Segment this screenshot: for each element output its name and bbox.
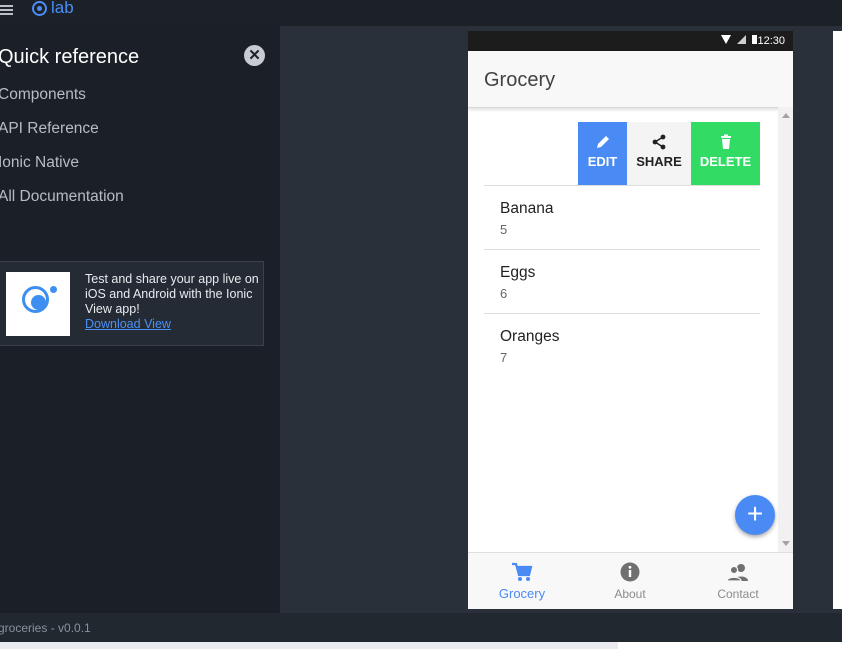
sidebar-link-components[interactable]: Components — [0, 86, 86, 104]
sidebar-link-api-reference[interactable]: API Reference — [0, 120, 99, 138]
menu-icon[interactable] — [0, 3, 14, 17]
edit-button[interactable]: EDIT — [578, 122, 627, 185]
pencil-icon — [596, 136, 609, 148]
ionic-view-logo-icon — [6, 272, 70, 336]
item-name: Eggs — [500, 264, 536, 281]
brand[interactable]: lab — [32, 0, 74, 19]
list-item[interactable]: Banana 5 — [484, 186, 760, 250]
second-device-preview — [833, 31, 842, 609]
status-time: 12:30 — [757, 35, 785, 47]
tab-label: Grocery — [498, 586, 546, 601]
item-name: Banana — [500, 200, 554, 217]
list-item[interactable]: Oranges 7 — [484, 314, 760, 377]
share-button[interactable]: SHARE — [627, 122, 691, 185]
tab-bar: Grocery About Contact — [468, 552, 793, 609]
info-icon — [620, 562, 640, 582]
sliding-item-options: EDIT SHARE DELETE — [484, 122, 760, 186]
scroll-down-icon[interactable] — [782, 541, 790, 546]
tab-label: About — [614, 587, 646, 601]
app-toolbar: Grocery — [468, 51, 793, 108]
tab-label: Contact — [717, 587, 759, 601]
download-view-link[interactable]: Download View — [85, 317, 260, 332]
brand-label: lab — [51, 0, 74, 17]
tab-grocery[interactable]: Grocery — [468, 553, 576, 609]
app-version: groceries - v0.0.1 — [0, 621, 91, 635]
battery-icon — [752, 35, 757, 44]
page-title: Grocery — [484, 69, 556, 91]
share-label: SHARE — [636, 154, 682, 169]
ionic-logo-icon — [32, 0, 47, 16]
tab-contact[interactable]: Contact — [684, 553, 792, 609]
grocery-list: EDIT SHARE DELETE Banana 5 Eggs 6 Orange… — [468, 107, 778, 552]
bottom-strip-right — [618, 642, 842, 649]
top-bar: lab — [0, 0, 842, 26]
item-quantity: 7 — [500, 350, 508, 365]
edit-label: EDIT — [587, 154, 618, 169]
close-icon[interactable]: ✕ — [244, 45, 265, 66]
android-phone-preview: 12:30 Grocery EDIT SHARE DELETE Banana 5… — [468, 31, 793, 609]
ionic-view-promo: Test and share your app live on iOS and … — [0, 261, 264, 346]
signal-icon — [737, 35, 746, 44]
cart-icon — [512, 562, 533, 581]
promo-text-block: Test and share your app live on iOS and … — [85, 272, 260, 332]
item-name: Oranges — [500, 328, 560, 345]
promo-text: Test and share your app live on iOS and … — [85, 272, 259, 316]
scroll-up-icon[interactable] — [782, 113, 790, 118]
status-bar: 12:30 — [468, 31, 793, 51]
tab-about[interactable]: About — [576, 553, 684, 609]
sidebar-link-ionic-native[interactable]: Ionic Native — [0, 154, 79, 172]
item-quantity: 6 — [500, 286, 508, 301]
scrollbar[interactable] — [778, 107, 793, 552]
share-icon — [652, 134, 666, 150]
quick-reference-sidebar: Quick reference ✕ Components API Referen… — [0, 26, 280, 613]
delete-button[interactable]: DELETE — [691, 122, 760, 185]
sidebar-title: Quick reference — [0, 46, 140, 68]
wifi-icon — [721, 35, 731, 44]
contacts-icon — [726, 564, 748, 582]
list-item[interactable]: Eggs 6 — [484, 250, 760, 314]
add-item-button[interactable]: + — [735, 495, 775, 535]
sidebar-link-all-documentation[interactable]: All Documentation — [0, 188, 124, 206]
item-quantity: 5 — [500, 222, 508, 237]
delete-label: DELETE — [699, 154, 752, 169]
trash-icon — [720, 134, 731, 149]
